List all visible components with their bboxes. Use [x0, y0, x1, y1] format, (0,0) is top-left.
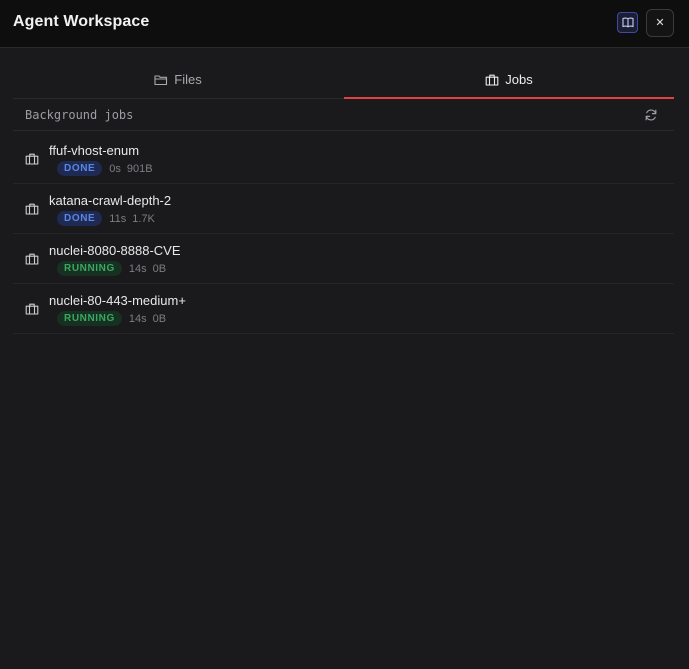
close-button[interactable]: ✕ — [646, 9, 674, 37]
job-duration: 14s — [128, 312, 147, 325]
briefcase-icon — [25, 303, 39, 315]
close-icon: ✕ — [655, 16, 665, 29]
job-size: 1.7K — [132, 212, 155, 225]
jobs-section-header: Background jobs — [13, 100, 674, 131]
tab-jobs[interactable]: Jobs — [344, 60, 674, 99]
docs-button[interactable] — [617, 12, 638, 33]
job-size: 0B — [152, 312, 167, 325]
job-size: 0B — [152, 262, 167, 275]
job-row[interactable]: katana-crawl-depth-2 DONE 11s 1.7K — [13, 184, 674, 234]
job-row[interactable]: nuclei-80-443-medium+ RUNNING 14s 0B — [13, 284, 674, 334]
tab-jobs-label: Jobs — [505, 72, 533, 87]
status-badge: RUNNING — [57, 261, 122, 276]
active-tab-indicator — [344, 97, 674, 99]
status-badge: DONE — [57, 211, 103, 226]
tab-files[interactable]: Files — [13, 60, 343, 99]
job-name: nuclei-80-443-medium+ — [49, 293, 186, 308]
section-title: Background jobs — [25, 108, 134, 122]
refresh-icon — [645, 109, 657, 121]
job-duration: 11s — [109, 212, 127, 225]
job-size: 901B — [126, 162, 153, 175]
job-duration: 0s — [109, 162, 121, 175]
job-meta: RUNNING 14s 0B — [57, 261, 166, 276]
briefcase-icon — [25, 253, 39, 265]
job-name: ffuf-vhost-enum — [49, 143, 140, 158]
status-badge: DONE — [57, 161, 103, 176]
briefcase-icon — [25, 203, 39, 215]
job-name: katana-crawl-depth-2 — [49, 193, 172, 208]
job-name: nuclei-8080-8888-CVE — [49, 243, 181, 258]
job-row[interactable]: ffuf-vhost-enum DONE 0s 901B — [13, 134, 674, 184]
job-meta: DONE 11s 1.7K — [57, 211, 155, 226]
briefcase-icon — [485, 74, 499, 86]
folder-icon — [154, 74, 168, 85]
book-icon — [621, 17, 634, 28]
job-duration: 14s — [128, 262, 147, 275]
tab-files-label: Files — [174, 72, 202, 87]
briefcase-icon — [25, 153, 39, 165]
window-header: Agent Workspace ✕ — [0, 0, 689, 48]
job-meta: RUNNING 14s 0B — [57, 311, 166, 326]
window-title: Agent Workspace — [13, 13, 150, 30]
jobs-list: ffuf-vhost-enum DONE 0s 901B katana-craw… — [13, 134, 674, 334]
status-badge: RUNNING — [57, 311, 122, 326]
job-row[interactable]: nuclei-8080-8888-CVE RUNNING 14s 0B — [13, 234, 674, 284]
refresh-button[interactable] — [644, 108, 658, 122]
tab-bar: Files Jobs — [13, 60, 674, 99]
job-meta: DONE 0s 901B — [57, 161, 153, 176]
